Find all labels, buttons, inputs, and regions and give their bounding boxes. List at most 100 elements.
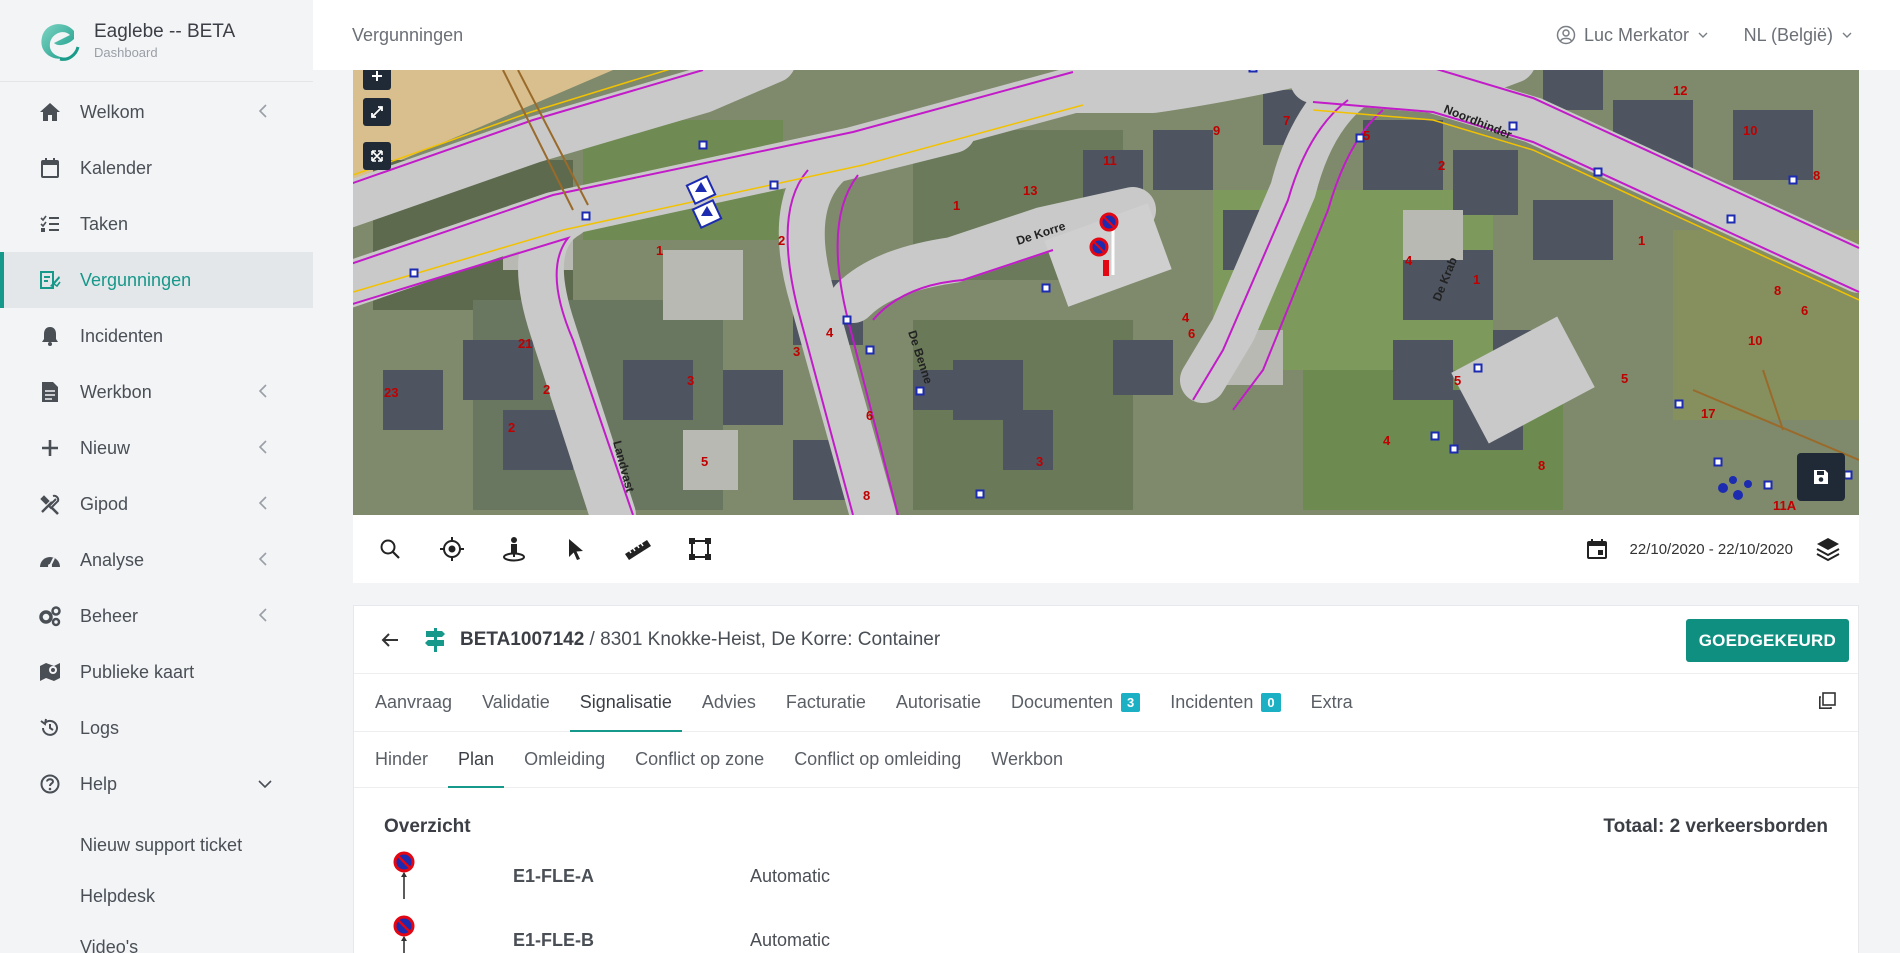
permit-icon xyxy=(38,268,62,292)
sidebar-item-nieuw[interactable]: Nieuw xyxy=(0,420,313,476)
utility-node-marker[interactable] xyxy=(842,315,852,325)
house-number-label: 3 xyxy=(687,373,694,388)
subtab-plan[interactable]: Plan xyxy=(448,732,505,788)
utility-node-marker[interactable] xyxy=(1473,363,1483,373)
sidebar-item-taken[interactable]: Taken xyxy=(0,196,313,252)
calendar-icon xyxy=(38,156,62,180)
utility-node-marker[interactable] xyxy=(915,386,925,396)
subtab-werkbon[interactable]: Werkbon xyxy=(981,732,1073,787)
utility-node-marker[interactable] xyxy=(698,140,708,150)
help-subitem[interactable]: Video's xyxy=(0,922,313,953)
sidebar-item-werkbon[interactable]: Werkbon xyxy=(0,364,313,420)
streetview-tool-button[interactable] xyxy=(483,515,545,583)
calendar-icon[interactable] xyxy=(1586,538,1608,560)
utility-node-marker[interactable] xyxy=(1763,480,1773,490)
sidebar-item-publieke-kaart[interactable]: Publieke kaart xyxy=(0,644,313,700)
utility-node-marker[interactable] xyxy=(1248,70,1258,73)
sidebar-item-vergunningen[interactable]: Vergunningen xyxy=(0,252,313,308)
subtab-omleiding[interactable]: Omleiding xyxy=(514,732,615,787)
sign-code: E1-FLE-B xyxy=(513,929,594,950)
utility-node-marker[interactable] xyxy=(1843,470,1853,480)
list-item[interactable]: E1-FLE-B Automatic xyxy=(384,908,1828,953)
save-map-button[interactable] xyxy=(1797,453,1845,501)
copy-icon[interactable] xyxy=(1818,692,1836,715)
sidebar-item-label: Publieke kaart xyxy=(80,661,195,682)
ruler-icon xyxy=(625,540,651,560)
house-number-label: 6 xyxy=(1188,326,1195,341)
tab-autorisatie[interactable]: Autorisatie xyxy=(886,674,991,731)
status-approved-button[interactable]: GOEDGEKEURD xyxy=(1685,619,1849,662)
house-number-label: 1 xyxy=(656,243,663,258)
breadcrumb[interactable]: Vergunningen xyxy=(352,25,463,46)
sign-mode: Automatic xyxy=(750,865,831,886)
map-view[interactable]: Noordhinder De Korre De Benne Landvast D… xyxy=(353,70,1859,515)
tab-extra[interactable]: Extra xyxy=(1301,674,1363,731)
back-button[interactable] xyxy=(376,626,404,654)
house-number-label: 8 xyxy=(863,488,870,503)
house-number-label: 6 xyxy=(866,408,873,423)
tab-facturatie[interactable]: Facturatie xyxy=(776,674,876,731)
no-parking-sign-icon xyxy=(393,851,415,899)
zoom-extent-button[interactable] xyxy=(363,142,391,170)
chevron-left-icon xyxy=(258,552,267,566)
list-item[interactable]: E1-FLE-A Automatic xyxy=(384,844,1828,908)
sidebar-item-kalender[interactable]: Kalender xyxy=(0,140,313,196)
tab-incidenten[interactable]: Incidenten 0 xyxy=(1160,674,1290,731)
user-menu[interactable]: Luc Merkator xyxy=(1556,25,1709,46)
sidebar-item-analyse[interactable]: Analyse xyxy=(0,532,313,588)
utility-node-marker[interactable] xyxy=(1788,175,1798,185)
utility-node-marker[interactable] xyxy=(409,268,419,278)
subtab-conflict-op-omleiding[interactable]: Conflict op omleiding xyxy=(784,732,971,787)
select-tool-button[interactable] xyxy=(545,515,607,583)
gauge-icon xyxy=(38,548,62,572)
help-subitem[interactable]: Helpdesk xyxy=(0,871,313,922)
utility-node-marker[interactable] xyxy=(581,211,591,221)
utility-node-marker[interactable] xyxy=(975,489,985,499)
sidebar-item-incidenten[interactable]: Incidenten xyxy=(0,308,313,364)
layers-icon[interactable] xyxy=(1815,536,1841,562)
sidebar-item-logs[interactable]: Logs xyxy=(0,700,313,756)
tab-label: Validatie xyxy=(482,692,550,712)
tab-aanvraag[interactable]: Aanvraag xyxy=(365,674,462,731)
sidebar-item-welkom[interactable]: Welkom xyxy=(0,84,313,140)
sidebar-item-help[interactable]: Help xyxy=(0,756,313,812)
utility-node-marker[interactable] xyxy=(769,180,779,190)
brand[interactable]: Eaglebe -- BETA Dashboard xyxy=(0,0,313,82)
house-number-label: 13 xyxy=(1023,183,1037,198)
tab-signalisatie[interactable]: Signalisatie xyxy=(569,674,682,732)
language-menu[interactable]: NL (België) xyxy=(1744,25,1853,46)
utility-node-marker[interactable] xyxy=(1713,457,1723,467)
sidebar-item-label: Nieuw xyxy=(80,437,131,458)
tab-label: Advies xyxy=(701,692,756,712)
utility-node-marker[interactable] xyxy=(1593,167,1603,177)
fullscreen-button[interactable] xyxy=(363,98,391,126)
subtab-hinder[interactable]: Hinder xyxy=(365,732,438,787)
tab-validatie[interactable]: Validatie xyxy=(472,674,560,731)
search-tool-button[interactable] xyxy=(359,515,421,583)
utility-node-marker[interactable] xyxy=(1430,431,1440,441)
draw-polygon-tool-button[interactable] xyxy=(669,515,731,583)
utility-node-marker[interactable] xyxy=(1726,214,1736,224)
tab-documenten[interactable]: Documenten 3 xyxy=(1001,674,1150,731)
help-icon xyxy=(38,772,62,796)
tab-advies[interactable]: Advies xyxy=(692,674,766,731)
help-subitem[interactable]: Nieuw support ticket xyxy=(0,820,313,871)
utility-node-marker[interactable] xyxy=(1674,399,1684,409)
zoom-in-button[interactable] xyxy=(363,70,391,90)
plus-icon xyxy=(372,71,382,81)
subtab-conflict-op-zone[interactable]: Conflict op zone xyxy=(625,732,774,787)
house-number-label: 1 xyxy=(1473,272,1480,287)
date-range[interactable]: 22/10/2020 - 22/10/2020 xyxy=(1630,541,1793,558)
collapse-indicator xyxy=(258,608,268,627)
measure-tool-button[interactable] xyxy=(607,515,669,583)
utility-node-marker[interactable] xyxy=(1041,283,1051,293)
sidebar-item-gipod[interactable]: Gipod xyxy=(0,476,313,532)
permit-title: BETA1007142 / 8301 Knokke-Heist, De Korr… xyxy=(460,629,940,651)
chevron-left-icon xyxy=(258,496,267,510)
locate-tool-button[interactable] xyxy=(421,515,483,583)
sidebar-item-beheer[interactable]: Beheer xyxy=(0,588,313,644)
utility-node-marker[interactable] xyxy=(1449,444,1459,454)
permit-title-separator: / xyxy=(584,628,601,650)
utility-node-marker[interactable] xyxy=(865,345,875,355)
map-canvas[interactable]: Noordhinder De Korre De Benne Landvast D… xyxy=(353,70,1859,515)
